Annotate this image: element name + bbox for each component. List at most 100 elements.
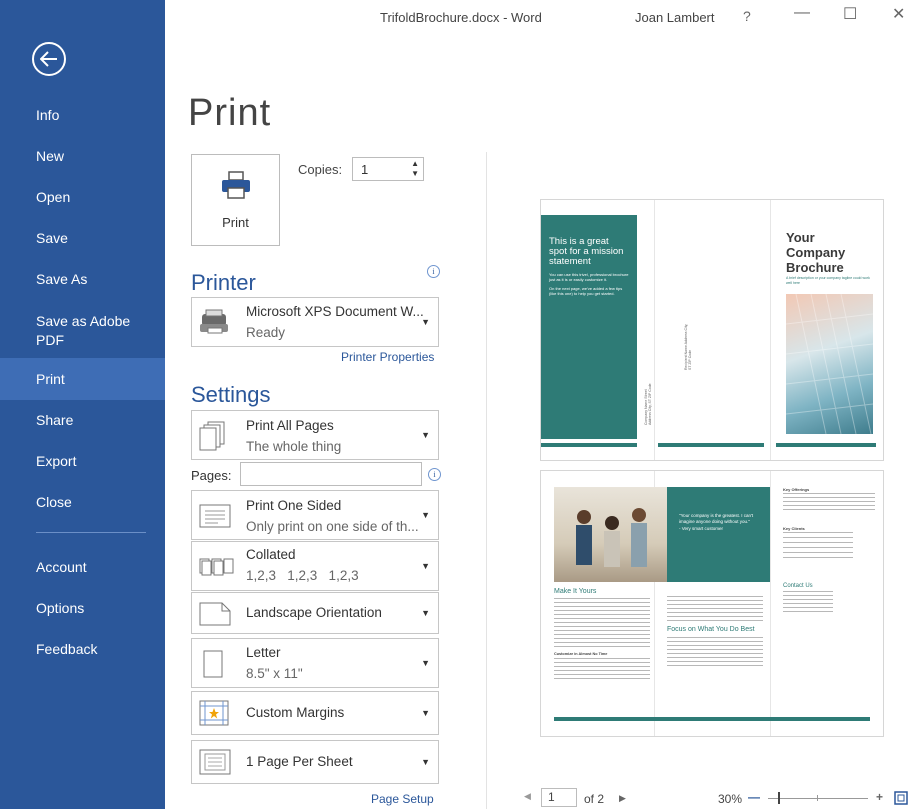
key-clients-heading: Key Clients xyxy=(783,526,805,531)
maximize-button[interactable]: ☐ xyxy=(843,4,857,24)
paper-size-dropdown[interactable]: Letter 8.5" x 11" ▼ xyxy=(191,638,439,688)
print-range-dropdown[interactable]: Print All Pages The whole thing ▼ xyxy=(191,410,439,460)
body-text-block xyxy=(667,637,763,667)
one-sided-icon xyxy=(199,504,231,528)
margins-icon xyxy=(199,700,229,726)
zoom-to-page-icon[interactable] xyxy=(893,790,909,806)
brochure-subtitle: A brief description or your company tagl… xyxy=(786,276,870,285)
nav-label: Save xyxy=(36,230,68,246)
page-number-value: 1 xyxy=(548,790,555,804)
nav-options[interactable]: Options xyxy=(0,599,165,618)
printer-status: Ready xyxy=(246,325,286,340)
nav-save[interactable]: Save xyxy=(0,229,165,248)
collation-desc: 1,2,3 1,2,3 1,2,3 xyxy=(246,568,359,583)
page-title: Print xyxy=(188,92,272,134)
next-page-button[interactable]: ▶ xyxy=(619,793,626,804)
pages-per-sheet-icon xyxy=(199,749,231,775)
zoom-slider-track[interactable] xyxy=(768,798,868,799)
nav-label: Info xyxy=(36,107,60,123)
building-image xyxy=(785,293,874,435)
zoom-slider-thumb[interactable] xyxy=(778,792,780,804)
prev-page-button[interactable]: ◀ xyxy=(524,791,531,802)
fold-line xyxy=(770,471,771,736)
help-button[interactable]: ? xyxy=(743,8,751,24)
accent-bar xyxy=(554,717,870,721)
printer-properties-link[interactable]: Printer Properties xyxy=(341,350,434,364)
recipient-address: Recipient Name Address City, ST ZIP Code xyxy=(684,323,692,370)
printer-dropdown[interactable]: Microsoft XPS Document W... Ready ▼ xyxy=(191,297,439,347)
mission-title: This is a great spot for a mission state… xyxy=(549,236,624,267)
document-title: TrifoldBrochure.docx - Word xyxy=(380,10,542,25)
panel-divider xyxy=(486,152,487,809)
chevron-down-icon: ▼ xyxy=(421,510,430,520)
chevron-down-icon: ▼ xyxy=(421,430,430,440)
body-text-block xyxy=(783,532,853,560)
print-button-label: Print xyxy=(222,215,249,230)
copies-value: 1 xyxy=(361,162,369,177)
mission-body: You can use this trivel, professional br… xyxy=(549,272,629,282)
back-button[interactable] xyxy=(32,42,66,76)
pages-per-sheet-dropdown[interactable]: 1 Page Per Sheet ▼ xyxy=(191,740,439,784)
nav-label: Feedback xyxy=(36,641,98,657)
nav-info[interactable]: Info xyxy=(0,106,165,125)
nav-label: Options xyxy=(36,600,85,616)
zoom-out-button[interactable]: — xyxy=(748,790,760,804)
nav-label: New xyxy=(36,148,65,164)
collated-icon xyxy=(199,558,234,576)
settings-heading: Settings xyxy=(191,382,271,407)
nav-label: Close xyxy=(36,494,72,510)
paper-size-value: Letter xyxy=(246,645,281,660)
spinner-arrows-icon[interactable]: ▲ ▼ xyxy=(411,159,419,179)
printer-info-icon[interactable]: i xyxy=(427,265,440,278)
nav-export[interactable]: Export xyxy=(0,452,165,471)
collation-dropdown[interactable]: Collated 1,2,3 1,2,3 1,2,3 ▼ xyxy=(191,541,439,591)
minimize-button[interactable]: — xyxy=(794,4,810,22)
margins-dropdown[interactable]: Custom Margins ▼ xyxy=(191,691,439,735)
body-text-block xyxy=(554,658,650,682)
chevron-down-icon: ▼ xyxy=(421,658,430,668)
pages-input[interactable] xyxy=(240,462,422,486)
nav-label: Export xyxy=(36,453,77,469)
nav-account[interactable]: Account xyxy=(0,558,165,577)
nav-label: Share xyxy=(36,412,74,428)
nav-print[interactable]: Print xyxy=(0,358,165,400)
zoom-in-button[interactable]: + xyxy=(876,790,883,804)
margins-value: Custom Margins xyxy=(246,705,345,720)
pages-info-icon[interactable]: i xyxy=(428,468,441,481)
quote-panel: "Your company is the greatest. I can't i… xyxy=(667,487,770,582)
arrow-left-icon xyxy=(40,51,57,67)
return-address: Company Name Street Address City, ST ZIP… xyxy=(644,383,652,425)
orientation-dropdown[interactable]: Landscape Orientation ▼ xyxy=(191,592,439,634)
nav-new[interactable]: New xyxy=(0,147,165,166)
fold-line xyxy=(770,200,771,460)
chevron-down-icon: ▼ xyxy=(421,708,430,718)
nav-open[interactable]: Open xyxy=(0,188,165,207)
landscape-icon xyxy=(199,602,231,626)
user-name[interactable]: Joan Lambert xyxy=(635,10,715,25)
accent-bar xyxy=(658,443,764,447)
nav-save-as-adobe-pdf[interactable]: Save as Adobe PDF xyxy=(0,312,135,350)
pages-label: Pages: xyxy=(191,468,232,483)
building-lines-graphic xyxy=(785,293,874,435)
sides-dropdown[interactable]: Print One Sided Only print on one side o… xyxy=(191,490,439,540)
copies-stepper[interactable]: 1 ▲ ▼ xyxy=(352,157,424,181)
title-bar: TrifoldBrochure.docx - Word Joan Lambert… xyxy=(165,0,912,40)
close-button[interactable]: ✕ xyxy=(892,4,905,24)
page-setup-link[interactable]: Page Setup xyxy=(371,792,434,806)
sides-desc: Only print on one side of th... xyxy=(246,519,419,534)
copies-label: Copies: xyxy=(298,162,343,177)
nav-share[interactable]: Share xyxy=(0,411,165,430)
page-count: of 2 xyxy=(584,792,605,806)
nav-close[interactable]: Close xyxy=(0,493,165,512)
page-number-input[interactable]: 1 xyxy=(541,788,577,807)
pages-per-sheet-value: 1 Page Per Sheet xyxy=(246,754,353,769)
nav-feedback[interactable]: Feedback xyxy=(0,640,165,659)
customize-heading: Customize in Almost No Time xyxy=(554,652,608,656)
print-button[interactable]: Print xyxy=(191,154,280,246)
nav-label: Open xyxy=(36,189,71,205)
zoom-level[interactable]: 30% xyxy=(718,792,742,806)
team-photo xyxy=(554,487,667,582)
nav-divider xyxy=(36,532,146,533)
make-it-yours-heading: Make It Yours xyxy=(554,588,597,595)
nav-save-as[interactable]: Save As xyxy=(0,270,165,289)
